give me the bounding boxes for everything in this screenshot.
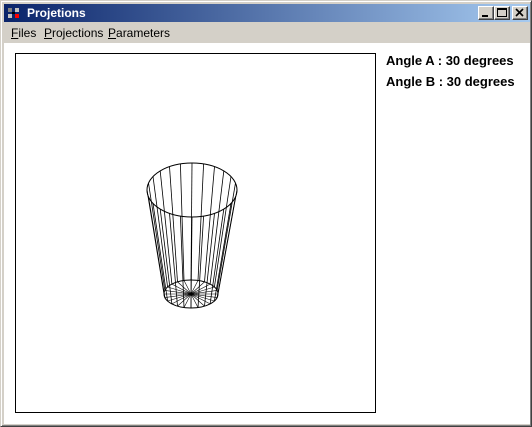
cone-edge — [216, 196, 236, 298]
menu-bar: Files Projections Parameters — [4, 23, 530, 42]
angle-a-label: Angle A : 30 degrees — [386, 53, 514, 68]
cone-edge — [209, 170, 225, 285]
menu-projections[interactable]: Projections — [44, 26, 103, 40]
wireframe-drawing — [146, 162, 238, 309]
app-icon[interactable] — [6, 5, 22, 21]
close-button[interactable] — [512, 6, 528, 20]
title-bar[interactable]: Projetions — [4, 4, 530, 22]
cone-edge — [159, 170, 173, 285]
client-area: Angle A : 30 degrees Angle B : 30 degree… — [4, 43, 530, 424]
minimize-icon — [482, 15, 488, 17]
maximize-button[interactable] — [494, 6, 510, 20]
cone-edge — [148, 182, 166, 291]
menu-parameters[interactable]: Parameters — [108, 26, 170, 40]
maximize-icon — [497, 8, 507, 17]
angle-b-label: Angle B : 30 degrees — [386, 74, 515, 89]
projection-canvas[interactable] — [15, 53, 376, 413]
menu-files[interactable]: Files — [11, 26, 36, 40]
close-icon — [515, 8, 524, 17]
minimize-button[interactable] — [478, 6, 494, 20]
window-title: Projetions — [27, 6, 86, 20]
app-window: Projetions Files Projections Parameters … — [0, 0, 532, 427]
